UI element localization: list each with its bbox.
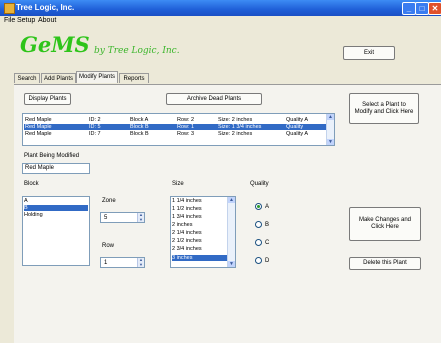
plant-size: Size: 2 inches [218,117,253,123]
plant-size: Size: 1 3/4 inches [218,124,262,130]
plant-quality: Quality A [286,117,309,123]
display-plants-button[interactable]: Display Plants [24,93,71,105]
tab-modify-plants[interactable]: Modify Plants [76,71,118,83]
radio-icon[interactable] [255,257,262,264]
plant-row[interactable]: Red Maple ID: 7 Block B Row: 3 Size: 2 i… [24,131,327,137]
app-tagline: by Tree Logic, Inc. [94,46,180,56]
select-plant-button[interactable]: Select a Plant to Modify and Click Here [349,93,419,124]
plant-id: ID: 2 [89,117,101,123]
plant-block: Block B [130,131,149,137]
plant-quality: Quality A [286,131,309,137]
size-item[interactable]: 3 inches [172,255,228,261]
scroll-down-icon[interactable]: ▼ [228,261,235,267]
maximize-button[interactable]: □ [415,2,429,15]
radio-icon[interactable] [255,221,262,228]
plant-row[interactable]: Red Maple ID: 2 Block A Row: 2 Size: 2 i… [24,117,327,123]
plant-being-modified-label: Plant Being Modified [24,153,80,159]
stepper-down-icon[interactable]: ▼ [138,262,144,268]
quality-option-a[interactable]: A [255,203,269,210]
zone-stepper-arrows[interactable]: ▲ ▼ [137,213,144,222]
size-item[interactable]: 2 1/4 inches [172,230,228,236]
plant-list[interactable]: Red Maple ID: 2 Block A Row: 2 Size: 2 i… [22,113,335,146]
size-item[interactable]: 2 1/2 inches [172,238,228,244]
size-list[interactable]: 1 1/4 inches 1 1/2 inches 1 3/4 inches 2… [170,196,236,268]
exit-button[interactable]: Exit [343,46,395,60]
zone-label: Zone [102,198,116,204]
block-item[interactable]: B [24,205,88,211]
title-bar[interactable]: Tree Logic, Inc. _ □ ✕ [0,0,441,16]
menu-about[interactable]: About [38,17,56,24]
delete-plant-button[interactable]: Delete this Plant [349,257,421,270]
scroll-up-icon[interactable]: ▲ [228,197,235,203]
plant-id: ID: 5 [89,124,101,130]
zone-stepper[interactable]: 5 ▲ ▼ [100,212,145,223]
block-item[interactable]: Holding [24,212,88,218]
size-list-scrollbar[interactable]: ▲ ▼ [227,197,235,267]
window-title: Tree Logic, Inc. [16,3,75,12]
app-logo: GeMS [20,32,90,57]
quality-label: Quality [250,181,269,187]
quality-option-label: C [265,240,270,247]
plant-row-number: Row: 2 [177,117,195,123]
quality-option-label: D [265,258,270,265]
plant-name: Red Maple [25,131,52,137]
block-item[interactable]: A [24,198,88,204]
quality-option-c[interactable]: C [255,239,269,246]
row-label: Row [102,243,115,249]
plant-row-number: Row: 3 [177,131,195,137]
tab-search[interactable]: Search [14,73,40,83]
radio-icon[interactable] [255,239,262,246]
plant-list-scrollbar[interactable]: ▲ ▼ [326,114,334,145]
size-item[interactable]: 1 3/4 inches [172,214,228,220]
size-item[interactable]: 2 3/4 inches [172,246,228,252]
size-item[interactable]: 2 inches [172,222,228,228]
row-stepper-arrows[interactable]: ▲ ▼ [137,258,144,267]
plant-id: ID: 7 [89,131,101,137]
plant-name-field[interactable]: Red Maple [22,163,90,174]
block-list[interactable]: A B Holding [22,196,90,266]
radio-checked-icon[interactable] [255,203,262,210]
plant-block: Block A [130,117,149,123]
tab-add-plants[interactable]: Add Plants [41,73,76,83]
app-icon [4,3,15,14]
plant-quality: Quality [286,124,304,130]
archive-dead-plants-button[interactable]: Archive Dead Plants [166,93,262,105]
plant-name: Red Maple [25,124,52,130]
tab-reports[interactable]: Reports [119,73,149,83]
stepper-down-icon[interactable]: ▼ [138,217,144,223]
size-item[interactable]: 1 1/2 inches [172,206,228,212]
plant-block: Block B [130,124,149,130]
quality-option-b[interactable]: B [255,221,269,228]
scroll-down-icon[interactable]: ▼ [327,139,334,145]
plant-row-number: Row: 1 [177,124,195,130]
quality-option-d[interactable]: D [255,257,269,264]
menu-file[interactable]: File [4,17,15,24]
scroll-up-icon[interactable]: ▲ [327,114,334,120]
row-stepper[interactable]: 1 ▲ ▼ [100,257,145,268]
make-changes-button[interactable]: Make Changes and Click Here [349,207,421,241]
app-window: Tree Logic, Inc. _ □ ✕ File Setup About … [0,0,441,343]
menu-setup[interactable]: Setup [17,17,35,24]
row-value: 1 [104,260,108,266]
close-button[interactable]: ✕ [428,2,441,15]
minimize-button[interactable]: _ [402,2,416,15]
size-item[interactable]: 1 1/4 inches [172,198,228,204]
block-label: Block [24,181,39,187]
size-label: Size [172,181,184,187]
quality-option-label: A [265,204,270,211]
plant-name: Red Maple [25,117,52,123]
plant-row[interactable]: Red Maple ID: 5 Block B Row: 1 Size: 1 3… [24,124,327,130]
plant-size: Size: 2 inches [218,131,253,137]
menu-bar: File Setup About [0,16,441,26]
zone-value: 5 [104,215,108,221]
quality-option-label: B [265,222,270,229]
